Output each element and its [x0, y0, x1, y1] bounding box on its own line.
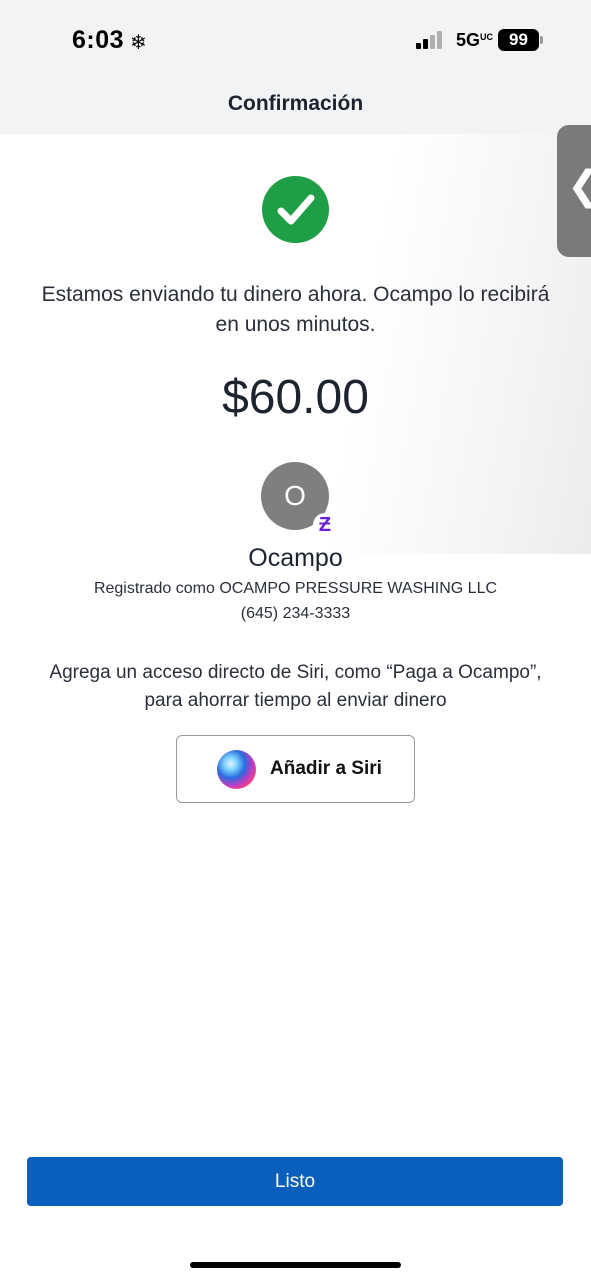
- siri-icon: [217, 750, 256, 789]
- zelle-icon: Ƶ: [313, 513, 337, 537]
- home-indicator[interactable]: [190, 1262, 401, 1268]
- success-check-icon: [262, 176, 329, 243]
- recipient-name: Ocampo: [248, 544, 343, 572]
- status-time: 6:03: [72, 26, 125, 54]
- recipient-phone: (645) 234-3333: [240, 605, 351, 622]
- side-drawer-handle[interactable]: ❮: [557, 125, 591, 257]
- add-to-siri-label: Añadir a Siri: [270, 758, 382, 779]
- snowflake-icon: ❄: [130, 32, 147, 54]
- confirmation-message: Estamos enviando tu dinero ahora. Ocampo…: [41, 283, 550, 336]
- recipient-registered-as: Registrado como OCAMPO PRESSURE WASHING …: [93, 580, 498, 597]
- page-title: Confirmación: [227, 92, 364, 115]
- battery-tip: [540, 36, 543, 44]
- nav-header: Confirmación: [0, 80, 591, 134]
- network-type: 5GUC: [456, 30, 494, 50]
- done-button[interactable]: Listo: [27, 1157, 563, 1206]
- siri-shortcut-description: Agrega un acceso directo de Siri, como “…: [49, 662, 542, 711]
- amount: $60.00: [222, 371, 369, 424]
- battery-icon: 99: [498, 29, 539, 51]
- add-to-siri-button[interactable]: Añadir a Siri: [176, 735, 415, 803]
- chevron-left-icon: ❮: [567, 163, 591, 209]
- cellular-signal-icon: [416, 31, 446, 49]
- status-bar: 6:03 ❄ 5GUC 99: [0, 0, 591, 80]
